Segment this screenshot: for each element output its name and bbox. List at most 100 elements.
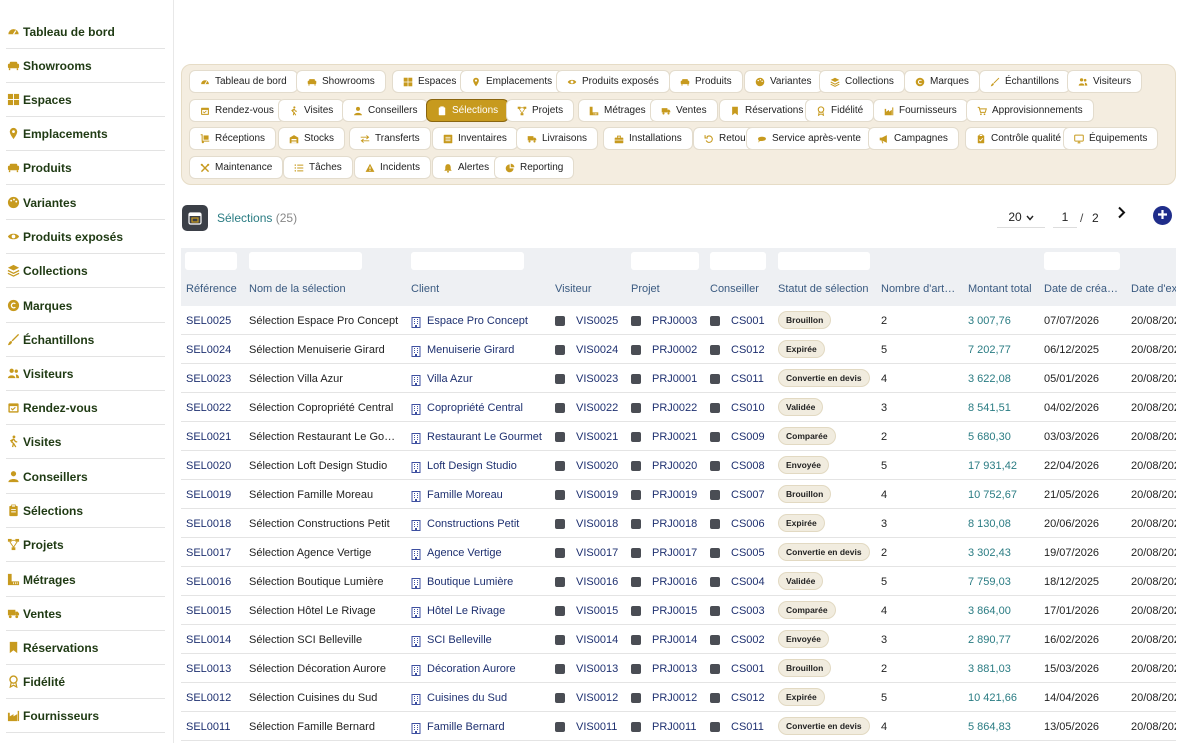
sidebar-item-13[interactable]: Conseillers xyxy=(6,460,165,494)
sidebar-item-8[interactable]: Marques xyxy=(6,289,165,323)
sidebar-item-12[interactable]: Visites xyxy=(6,425,165,459)
visitor-link[interactable]: VIS0016 xyxy=(576,576,618,588)
sidebar-item-9[interactable]: Échantillons xyxy=(6,323,165,357)
advisor-link[interactable]: CS005 xyxy=(731,547,765,559)
sidebar-item-20[interactable]: Fournisseurs xyxy=(6,699,165,733)
page-number-input[interactable]: 1 xyxy=(1053,206,1077,228)
module-chip-2-3[interactable]: Inventaires xyxy=(432,127,518,150)
module-chip-0-9[interactable]: Échantillons xyxy=(979,70,1070,93)
module-chip-1-1[interactable]: Visites xyxy=(278,99,345,122)
client-link[interactable]: Famille Moreau xyxy=(427,489,503,501)
visitor-link[interactable]: VIS0024 xyxy=(576,344,618,356)
table-row[interactable]: SEL0016 Sélection Boutique Lumière Boutiqu… xyxy=(181,567,1176,596)
module-chip-3-4[interactable]: Reporting xyxy=(494,156,575,179)
module-chip-3-3[interactable]: Alertes xyxy=(432,156,501,179)
client-link[interactable]: Famille Bernard xyxy=(427,721,505,733)
module-chip-1-6[interactable]: Ventes xyxy=(650,99,718,122)
column-filter-input[interactable] xyxy=(185,252,237,270)
module-chip-1-0[interactable]: Rendez-vous xyxy=(189,99,285,122)
module-chip-0-8[interactable]: Marques xyxy=(904,70,980,93)
client-link[interactable]: Hôtel Le Rivage xyxy=(427,605,505,617)
advisor-link[interactable]: CS003 xyxy=(731,605,765,617)
project-link[interactable]: PRJ0003 xyxy=(652,315,697,327)
module-chip-1-7[interactable]: Réservations xyxy=(719,99,815,122)
table-row[interactable]: SEL0017 Sélection Agence Vertige Agence Ve… xyxy=(181,538,1176,567)
visitor-link[interactable]: VIS0023 xyxy=(576,373,618,385)
project-link[interactable]: PRJ0018 xyxy=(652,518,697,530)
module-chip-2-2[interactable]: Transferts xyxy=(349,127,431,150)
project-link[interactable]: PRJ0019 xyxy=(652,489,697,501)
reference-link[interactable]: SEL0013 xyxy=(186,663,231,675)
project-link[interactable]: PRJ0017 xyxy=(652,547,697,559)
client-link[interactable]: Constructions Petit xyxy=(427,518,519,530)
advisor-link[interactable]: CS002 xyxy=(731,634,765,646)
reference-link[interactable]: SEL0022 xyxy=(186,402,231,414)
module-chip-2-0[interactable]: Réceptions xyxy=(189,127,277,150)
visitor-link[interactable]: VIS0020 xyxy=(576,460,618,472)
sidebar-item-7[interactable]: Collections xyxy=(6,254,165,288)
module-chip-2-1[interactable]: Stocks xyxy=(278,127,346,150)
column-header[interactable]: Référence xyxy=(186,283,237,295)
table-row[interactable]: SEL0015 Sélection Hôtel Le Rivage Hôtel Le… xyxy=(181,596,1176,625)
column-header[interactable]: Client xyxy=(411,283,439,295)
sidebar-item-18[interactable]: Réservations xyxy=(6,631,165,665)
advisor-link[interactable]: CS010 xyxy=(731,402,765,414)
advisor-link[interactable]: CS008 xyxy=(731,460,765,472)
page-size-select[interactable]: 20 xyxy=(997,206,1045,228)
sidebar-item-6[interactable]: Produits exposés xyxy=(6,220,165,254)
module-chip-0-2[interactable]: Espaces xyxy=(392,70,468,93)
client-link[interactable]: Agence Vertige xyxy=(427,547,502,559)
reference-link[interactable]: SEL0012 xyxy=(186,692,231,704)
module-chip-0-4[interactable]: Produits exposés xyxy=(556,70,670,93)
column-header[interactable]: Projet xyxy=(631,283,660,295)
reference-link[interactable]: SEL0019 xyxy=(186,489,231,501)
module-chip-1-5[interactable]: Métrages xyxy=(578,99,657,122)
project-link[interactable]: PRJ0002 xyxy=(652,344,697,356)
column-filter-input[interactable] xyxy=(249,252,362,270)
reference-link[interactable]: SEL0020 xyxy=(186,460,231,472)
sidebar-item-5[interactable]: Variantes xyxy=(6,186,165,220)
column-filter-input[interactable] xyxy=(411,252,524,270)
module-chip-2-4[interactable]: Livraisons xyxy=(516,127,599,150)
project-link[interactable]: PRJ0016 xyxy=(652,576,697,588)
sidebar-item-15[interactable]: Projets xyxy=(6,528,165,562)
advisor-link[interactable]: CS001 xyxy=(731,663,765,675)
sidebar-item-16[interactable]: Métrages xyxy=(6,563,165,597)
column-header[interactable]: Conseiller xyxy=(710,283,759,295)
module-chip-3-1[interactable]: Tâches xyxy=(283,156,353,179)
visitor-link[interactable]: VIS0018 xyxy=(576,518,618,530)
client-link[interactable]: SCI Belleville xyxy=(427,634,492,646)
table-row[interactable]: SEL0018 Sélection Constructions Petit Cons… xyxy=(181,509,1176,538)
advisor-link[interactable]: CS012 xyxy=(731,344,765,356)
module-chip-1-10[interactable]: Approvisionnements xyxy=(966,99,1094,122)
client-link[interactable]: Loft Design Studio xyxy=(427,460,517,472)
module-chip-0-3[interactable]: Emplacements xyxy=(460,70,564,93)
module-chip-2-9[interactable]: Contrôle qualité xyxy=(965,127,1073,150)
visitor-link[interactable]: VIS0017 xyxy=(576,547,618,559)
visitor-link[interactable]: VIS0013 xyxy=(576,663,618,675)
project-link[interactable]: PRJ0013 xyxy=(652,663,697,675)
column-header[interactable]: Nombre d'art… xyxy=(881,283,955,295)
client-link[interactable]: Cuisines du Sud xyxy=(427,692,507,704)
client-link[interactable]: Espace Pro Concept xyxy=(427,315,528,327)
reference-link[interactable]: SEL0018 xyxy=(186,518,231,530)
module-chip-1-9[interactable]: Fournisseurs xyxy=(873,99,968,122)
table-row[interactable]: SEL0024 Sélection Menuiserie Girard Menuis… xyxy=(181,335,1176,364)
module-chip-1-2[interactable]: Conseillers xyxy=(342,99,429,122)
advisor-link[interactable]: CS009 xyxy=(731,431,765,443)
module-chip-1-8[interactable]: Fidélité xyxy=(805,99,875,122)
advisor-link[interactable]: CS007 xyxy=(731,489,765,501)
sidebar-item-17[interactable]: Ventes xyxy=(6,597,165,631)
sidebar-item-1[interactable]: Showrooms xyxy=(6,49,165,83)
module-chip-1-3[interactable]: Sélections xyxy=(426,99,510,122)
client-link[interactable]: Restaurant Le Gourmet xyxy=(427,431,542,443)
project-link[interactable]: PRJ0014 xyxy=(652,634,697,646)
table-row[interactable]: SEL0021 Sélection Restaurant Le Go… Restau… xyxy=(181,422,1176,451)
add-selection-button[interactable] xyxy=(1153,206,1172,225)
visitor-link[interactable]: VIS0021 xyxy=(576,431,618,443)
sidebar-item-4[interactable]: Produits xyxy=(6,151,165,185)
module-chip-0-1[interactable]: Showrooms xyxy=(296,70,386,93)
table-row[interactable]: SEL0022 Sélection Copropriété Central Copr… xyxy=(181,393,1176,422)
table-row[interactable]: SEL0011 Sélection Famille Bernard Famille … xyxy=(181,712,1176,741)
reference-link[interactable]: SEL0016 xyxy=(186,576,231,588)
